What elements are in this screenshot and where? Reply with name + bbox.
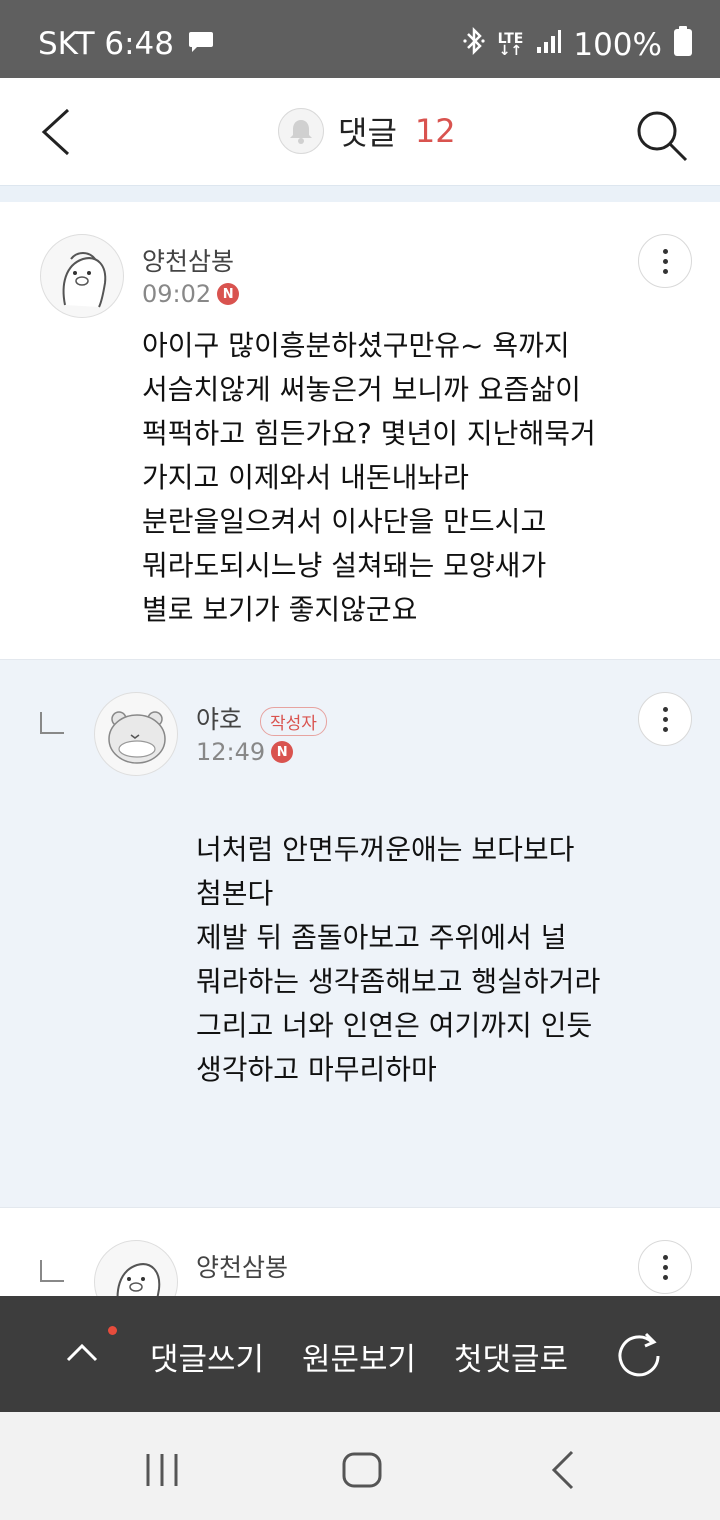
recent-apps-icon	[146, 1454, 178, 1486]
new-badge: N	[271, 741, 294, 763]
home-icon	[342, 1452, 382, 1488]
reply-comment-item: 양천삼봉	[0, 1208, 720, 1298]
status-bar: SKT 6:48 LTE ↓↑ 100%	[0, 0, 720, 78]
pig-character-icon	[62, 252, 107, 308]
reply-indicator-icon	[40, 712, 64, 734]
back-button[interactable]	[30, 104, 86, 160]
comment-item: 양천삼봉 09:02 N 아이구 많이흥분하셨구만유~ 욕까지 서슴치않게 써놓…	[0, 202, 720, 660]
avatar[interactable]	[40, 234, 124, 318]
comment-line: 뭐라하는 생각좀해보고 행실하거라	[196, 965, 601, 998]
chat-bubble-icon	[188, 26, 214, 62]
comment-meta: 09:02 N	[142, 280, 240, 308]
signal-icon	[535, 27, 562, 63]
carrier-time: SKT 6:48	[38, 26, 175, 62]
refresh-icon	[618, 1332, 660, 1377]
avatar[interactable]	[94, 1240, 178, 1298]
comment-line: 뭐라도되시느냥 설쳐돼는 모양새가	[142, 549, 547, 582]
writer-badge: 작성자	[259, 706, 327, 736]
battery-icon	[674, 26, 692, 64]
new-badge: N	[217, 283, 240, 305]
header: 댓글 12	[0, 78, 720, 186]
more-vert-icon	[662, 1254, 668, 1280]
bottom-action-bar: 댓글쓰기 원문보기 첫댓글로	[0, 1296, 720, 1412]
reply-comment-item: 야호 작성자 12:49 N 너처럼 안면두꺼운애는 보다보다 첨본다 제발 뒤…	[0, 660, 720, 1208]
notification-dot	[108, 1326, 117, 1335]
system-nav-bar	[0, 1412, 720, 1520]
more-options-button[interactable]	[638, 1240, 692, 1294]
header-title-group: 댓글 12	[278, 108, 456, 154]
comment-line: 분란을일으켜서 이사단을 만드시고	[142, 505, 547, 538]
first-comment-button[interactable]: 첫댓글로	[454, 1334, 568, 1379]
back-arrow-icon	[41, 108, 70, 156]
section-divider	[0, 186, 720, 202]
comment-line: 별로 보기가 좋지않군요	[142, 593, 418, 626]
comment-line: 너처럼 안면두꺼운애는 보다보다	[196, 833, 575, 866]
page-title: 댓글	[338, 114, 397, 152]
search-icon	[637, 111, 688, 162]
notification-toggle[interactable]	[278, 108, 324, 154]
write-comment-button[interactable]: 댓글쓰기	[150, 1334, 264, 1379]
comment-author[interactable]: 양천삼봉	[142, 242, 234, 278]
comment-time: 12:49	[196, 738, 266, 766]
comment-line: 아이구 많이흥분하셨구만유~ 욕까지	[142, 329, 570, 362]
search-button[interactable]	[634, 108, 690, 164]
more-options-button[interactable]	[638, 234, 692, 288]
system-back-button[interactable]	[540, 1446, 588, 1494]
more-vert-icon	[662, 248, 668, 274]
comment-body: 아이구 많이흥분하셨구만유~ 욕까지 서슴치않게 써놓은거 보니까 요즘삶이 퍽…	[142, 324, 596, 632]
lte-icon: LTE ↓↑	[497, 31, 524, 59]
view-original-button[interactable]: 원문보기	[302, 1334, 416, 1379]
comment-line: 생각하고 마무리하마	[196, 1053, 437, 1086]
comment-body: 너처럼 안면두꺼운애는 보다보다 첨본다 제발 뒤 좀돌아보고 주위에서 널 뭐…	[196, 828, 600, 1092]
network-label: LTE	[497, 31, 524, 47]
more-vert-icon	[662, 706, 668, 732]
back-icon	[551, 1450, 574, 1490]
home-button[interactable]	[338, 1446, 386, 1494]
comment-author[interactable]: 양천삼봉	[196, 1248, 288, 1284]
reply-indicator-icon	[40, 1260, 64, 1282]
avatar[interactable]	[94, 692, 178, 776]
comment-count: 12	[414, 112, 456, 150]
bluetooth-icon	[462, 26, 486, 64]
comment-line: 그리고 너와 인연은 여기까지 인듯	[196, 1009, 593, 1042]
pig-character-icon	[116, 1263, 161, 1298]
comment-author[interactable]: 야호	[196, 705, 242, 734]
more-options-button[interactable]	[638, 692, 692, 746]
battery-text: 100%	[573, 27, 662, 63]
comment-time: 09:02	[142, 280, 212, 308]
hamster-character-icon	[108, 711, 166, 764]
refresh-button[interactable]	[612, 1328, 666, 1382]
comment-line: 가지고 이제와서 내돈내놔라	[142, 461, 469, 494]
scroll-top-button[interactable]	[60, 1332, 104, 1376]
chevron-up-icon	[66, 1343, 98, 1362]
comment-line: 서슴치않게 써놓은거 보니까 요즘삶이	[142, 373, 581, 406]
recent-apps-button[interactable]	[138, 1446, 186, 1494]
comment-meta: 12:49 N	[196, 738, 294, 766]
bell-icon	[290, 120, 312, 144]
comment-line: 첨본다	[196, 877, 274, 910]
comment-line: 제발 뒤 좀돌아보고 주위에서 널	[196, 921, 567, 954]
comment-line: 퍽퍽하고 힘든가요? 몇년이 지난해묵거	[142, 417, 596, 450]
comment-author-row: 야호 작성자	[196, 700, 327, 736]
